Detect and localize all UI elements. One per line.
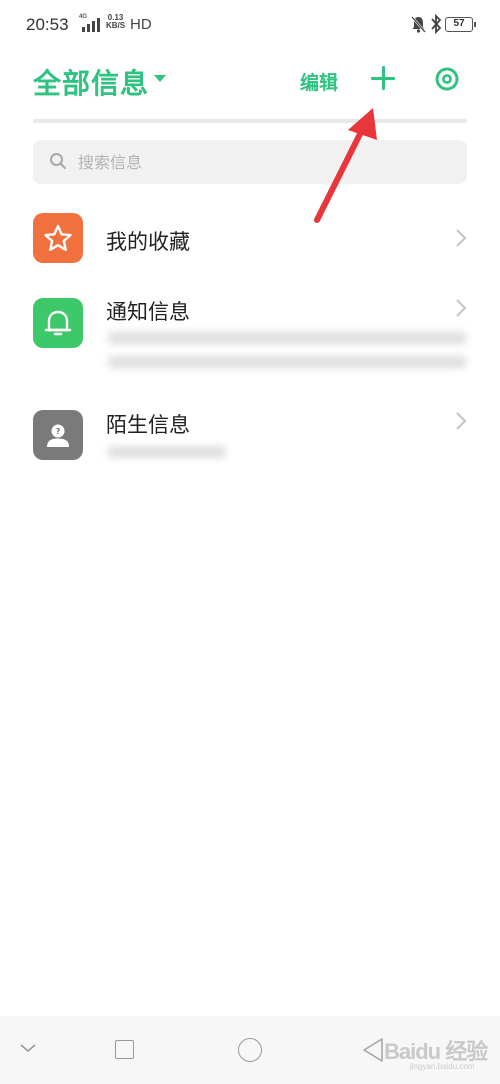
- bell-icon: [44, 310, 72, 336]
- nav-collapse-icon[interactable]: [20, 1042, 36, 1054]
- message-preview-line: [108, 446, 226, 458]
- watermark-url: jingyan.baidu.com: [410, 1062, 475, 1071]
- header-divider: [33, 119, 467, 123]
- battery-level: 57: [453, 18, 465, 29]
- svg-text:?: ?: [56, 427, 61, 436]
- signal-icon: [82, 18, 104, 32]
- search-icon: [50, 153, 66, 169]
- status-time: 20:53: [26, 15, 69, 34]
- hd-label: HD: [130, 16, 152, 33]
- nav-home-button[interactable]: [238, 1038, 262, 1062]
- star-icon: [44, 224, 72, 251]
- caret-down-icon[interactable]: [154, 75, 166, 82]
- net-speed: 0.13 KB/S: [106, 14, 125, 30]
- settings-button[interactable]: [434, 66, 460, 92]
- notifications-icon-tile: [33, 298, 83, 348]
- chevron-right-icon: [456, 229, 467, 247]
- list-item-strangers[interactable]: ? 陌生信息: [0, 403, 500, 473]
- chevron-right-icon: [456, 412, 467, 430]
- page-title[interactable]: 全部信息: [33, 62, 149, 102]
- stranger-icon: ?: [47, 424, 69, 447]
- list-item-notifications[interactable]: 通知信息: [0, 290, 500, 385]
- nav-back-button[interactable]: [360, 1036, 386, 1064]
- strangers-icon-tile: ?: [33, 410, 83, 460]
- message-preview-line: [108, 356, 466, 368]
- edit-button[interactable]: 编辑: [300, 68, 338, 95]
- net-speed-unit: KB/S: [106, 21, 126, 30]
- bluetooth-icon: [431, 14, 442, 34]
- list-item-title: 陌生信息: [106, 413, 190, 437]
- chevron-right-icon: [456, 299, 467, 317]
- message-preview-line: [108, 332, 466, 344]
- list-item-title: 我的收藏: [106, 230, 190, 254]
- add-button[interactable]: [369, 64, 397, 92]
- favorites-icon-tile: [33, 213, 83, 263]
- nav-recents-button[interactable]: [115, 1040, 134, 1059]
- list-item-title: 通知信息: [106, 300, 190, 324]
- system-nav-bar: Baidu 经验 jingyan.baidu.com: [0, 1016, 500, 1084]
- status-bar: 20:53 4G 0.13 KB/S HD 57: [0, 0, 500, 50]
- bell-off-icon: [411, 16, 426, 33]
- annotation-arrow-icon: [314, 108, 377, 223]
- search-bar[interactable]: [33, 140, 467, 184]
- list-item-favorites[interactable]: 我的收藏: [0, 205, 500, 275]
- battery-icon: 57: [445, 17, 476, 32]
